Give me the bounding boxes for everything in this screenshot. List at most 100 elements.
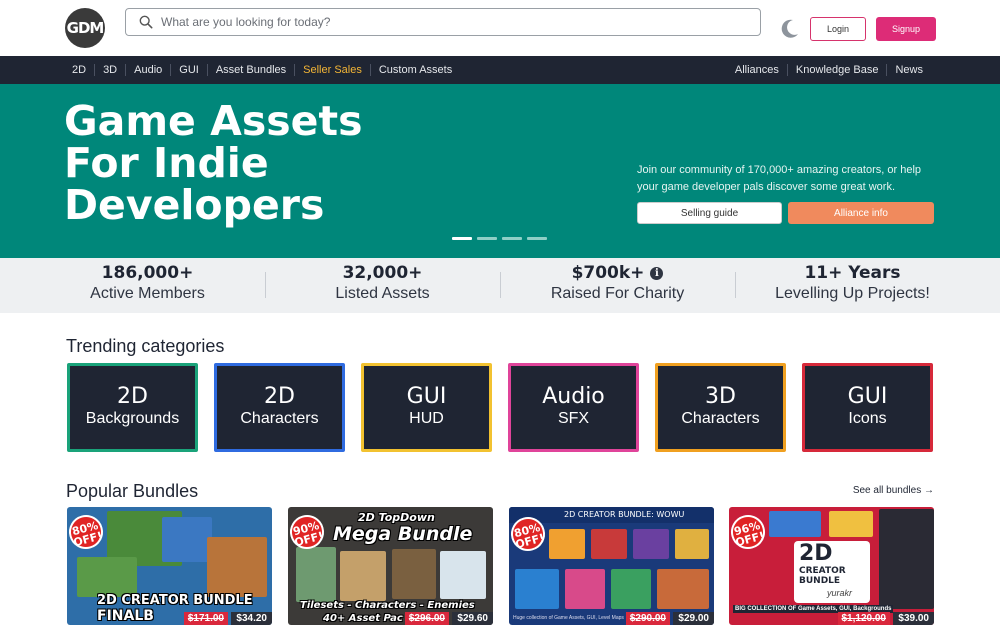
info-icon[interactable]: i (650, 266, 664, 280)
category-sub-label: SFX (557, 410, 590, 427)
bundle-art (633, 529, 669, 559)
nav-item-alliances[interactable]: Alliances (727, 64, 787, 76)
bundle-art (296, 547, 336, 602)
signup-button[interactable]: Signup (876, 17, 936, 41)
stat-label: Listed Assets (335, 285, 430, 302)
stat-members: 186,000+ Active Members (30, 263, 265, 303)
old-price: $290.00 (625, 612, 670, 625)
category-card[interactable]: 2D Backgrounds (67, 363, 198, 452)
stat-years: 11+ Years Levelling Up Projects! (735, 263, 970, 303)
stats-bar: 186,000+ Active Members 32,000+ Listed A… (0, 258, 1000, 313)
category-main-label: GUI (847, 384, 888, 409)
alliance-info-button[interactable]: Alliance info (788, 202, 934, 224)
search-input[interactable] (161, 15, 721, 29)
stat-value: 186,000+ (101, 263, 194, 283)
bundle-art (769, 511, 821, 537)
category-sub-label: Backgrounds (85, 410, 180, 427)
stat-assets: 32,000+ Listed Assets (265, 263, 500, 303)
category-card[interactable]: GUI HUD (361, 363, 492, 452)
carousel-dot[interactable] (502, 237, 522, 240)
old-price: $171.00 (183, 612, 228, 625)
category-card[interactable]: 3D Characters (655, 363, 786, 452)
nav-item-gui[interactable]: GUI (170, 64, 207, 76)
category-card[interactable]: Audio SFX (508, 363, 639, 452)
carousel-dot[interactable] (527, 237, 547, 240)
stat-value: 11+ Years (804, 263, 901, 283)
discount-badge: 96% OFF! (729, 511, 769, 553)
see-all-bundles-link[interactable]: See all bundles → (853, 485, 934, 496)
nav-item-asset-bundles[interactable]: Asset Bundles (206, 64, 294, 76)
stat-value-text: $700k+ (571, 263, 645, 283)
bundle-art (392, 549, 436, 599)
nav-item-custom-assets[interactable]: Custom Assets (369, 64, 460, 76)
new-price: $34.20 (231, 612, 272, 625)
bundle-art (340, 551, 386, 601)
trending-title: Trending categories (66, 336, 225, 356)
nav-item-news[interactable]: News (886, 64, 931, 76)
bundle-title: 2D (799, 541, 833, 566)
hero-title-line: For Indie (64, 139, 269, 187)
search-bar[interactable] (125, 8, 761, 36)
bundle-card[interactable]: 90% OFF! 2D TopDown Mega Bundle Tilesets… (288, 507, 493, 625)
hero-banner: Game Assets For Indie Developers Join ou… (0, 84, 1000, 258)
nav-left: 2D 3D Audio GUI Asset Bundles Seller Sal… (64, 56, 460, 84)
stat-label: Active Members (90, 285, 205, 302)
new-price: $29.60 (452, 612, 493, 625)
bundle-art (207, 537, 267, 597)
nav-item-audio[interactable]: Audio (125, 64, 170, 76)
category-sub-label: Icons (848, 410, 887, 427)
bundle-title-2: FINALB (97, 608, 154, 624)
bundle-art (879, 509, 934, 609)
dark-mode-icon[interactable] (779, 17, 801, 39)
discount-badge: 80% OFF! (67, 511, 107, 553)
bundle-art (829, 511, 873, 537)
category-main-label: 2D (117, 384, 148, 409)
bundle-title-2: CREATOR (799, 566, 846, 576)
bundle-art (515, 569, 559, 609)
main-nav: 2D 3D Audio GUI Asset Bundles Seller Sal… (0, 56, 1000, 84)
selling-guide-button[interactable]: Selling guide (637, 202, 782, 224)
hero-title: Game Assets For Indie Developers (64, 100, 444, 226)
search-icon (139, 15, 153, 29)
header: GDM Login Signup (0, 0, 1000, 56)
bundle-art (591, 529, 627, 559)
nav-item-knowledge-base[interactable]: Knowledge Base (786, 64, 887, 76)
bundle-art (440, 551, 486, 599)
category-card[interactable]: GUI Icons (802, 363, 933, 452)
new-price: $29.00 (673, 612, 714, 625)
nav-item-2d[interactable]: 2D (64, 64, 94, 76)
new-price: $39.00 (893, 612, 934, 625)
nav-item-seller-sales[interactable]: Seller Sales (294, 64, 370, 76)
bundle-title-2: Mega Bundle (333, 523, 473, 545)
category-card[interactable]: 2D Characters (214, 363, 345, 452)
stat-label: Raised For Charity (550, 285, 685, 302)
login-button[interactable]: Login (810, 17, 866, 41)
carousel-dots (452, 237, 547, 240)
bundle-card[interactable]: 80% OFF! 2D CREATOR BUNDLE FINALB $171.0… (67, 507, 272, 625)
bundle-title: 2D CREATOR BUNDLE (97, 593, 253, 608)
category-main-label: Audio (542, 384, 605, 409)
carousel-dot[interactable] (477, 237, 497, 240)
bundle-art (611, 569, 651, 609)
bundle-card[interactable]: 2D CREATOR BUNDLE yurakr 96% OFF! BIG CO… (729, 507, 934, 625)
category-main-label: 3D (705, 384, 736, 409)
stat-label: Levelling Up Projects! (775, 285, 930, 302)
site-logo[interactable]: GDM (65, 8, 105, 48)
bundle-art (162, 517, 212, 562)
bundle-art (675, 529, 709, 559)
category-sub-label: Characters (240, 410, 319, 427)
category-sub-label: HUD (409, 410, 444, 427)
bundle-art (565, 569, 605, 609)
hero-title-line: Developers (64, 181, 325, 229)
category-sub-label: Characters (681, 410, 760, 427)
bundle-art (77, 557, 137, 597)
hero-description: Join our community of 170,000+ amazing c… (637, 164, 922, 193)
stat-value: $700k+ i (500, 263, 735, 283)
nav-item-3d[interactable]: 3D (94, 64, 125, 76)
bundle-art (657, 569, 709, 609)
bundle-card[interactable]: 2D CREATOR BUNDLE: WOWU 80% OFF! Huge co… (509, 507, 714, 625)
old-price: $296.00 (404, 612, 449, 625)
carousel-dot[interactable] (452, 237, 472, 240)
stat-charity: $700k+ i Raised For Charity (500, 263, 735, 303)
bundle-title-3: BUNDLE (799, 576, 841, 586)
